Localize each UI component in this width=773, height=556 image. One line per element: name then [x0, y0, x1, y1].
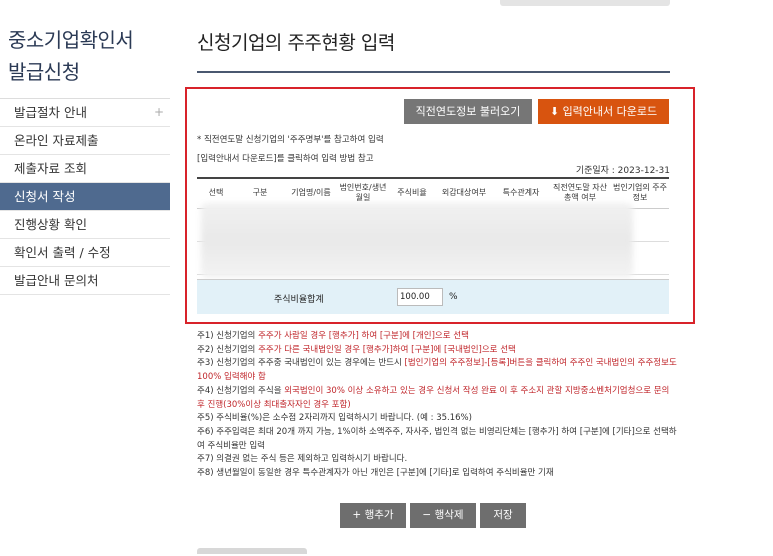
load-previous-year-button[interactable]: 직전연도정보 불러오기 — [404, 99, 532, 124]
sidebar-item-print[interactable]: 확인서 출력 / 수정 — [0, 239, 170, 267]
sidebar-item-label: 진행상황 확인 — [14, 217, 87, 232]
sidebar-item-label: 제출자료 조회 — [14, 161, 87, 176]
sidebar-title: 중소기업확인서 발급신청 — [8, 24, 134, 88]
sidebar-item-application[interactable]: 신청서 작성 — [0, 183, 170, 211]
delete-row-button[interactable]: − 행삭제 — [410, 503, 476, 528]
redacted-rows — [201, 203, 633, 278]
sidebar-item-online-submit[interactable]: 온라인 자료제출 — [0, 127, 170, 155]
footnote-5: 주5) 주식비율(%)은 소수점 2자리까지 입력하시기 바랍니다. (예 : … — [197, 413, 472, 424]
footnote-7: 주7) 의결권 없는 주식 등은 제외하고 입력하시기 바랍니다. — [197, 454, 408, 465]
sidebar-item-guide[interactable]: 발급절차 안내 + — [0, 99, 170, 127]
sidebar-title-line1: 중소기업확인서 — [8, 28, 134, 52]
sidebar-title-line2: 발급신청 — [8, 60, 80, 84]
base-date: 기준일자 : 2023-12-31 — [575, 166, 670, 176]
bottom-strip — [197, 548, 307, 554]
sidebar-item-label: 온라인 자료제출 — [14, 133, 99, 148]
share-sum-field: 100.00 — [397, 288, 443, 306]
plus-icon[interactable]: + — [154, 99, 164, 126]
sidebar-item-label: 발급안내 문의처 — [14, 273, 99, 288]
footnote-6: 주6) 주주입력은 최대 20개 까지 가능, 1%이하 소액주주, 자사주, … — [197, 426, 677, 451]
footnotes: 주1) 신청기업의 주주가 사람일 경우 [행추가] 하여 [구분]에 [개인]… — [197, 330, 677, 481]
share-sum-label: 주식비율합계 — [274, 295, 324, 305]
title-divider — [197, 71, 670, 73]
share-sum-unit: % — [449, 292, 458, 302]
add-row-button[interactable]: + 행추가 — [340, 503, 406, 528]
download-guide-button[interactable]: ⬇ 입력안내서 다운로드 — [538, 99, 669, 124]
page-title: 신청기업의 주주현황 입력 — [197, 32, 395, 54]
guide-note-2: [입력안내서 다운로드]를 클릭하여 입력 방법 참고 — [197, 154, 374, 164]
minus-icon: − — [422, 509, 432, 521]
sidebar-item-label: 신청서 작성 — [14, 189, 76, 204]
guide-note-1: * 직전연도말 신청기업의 '주주명부'를 참고하여 입력 — [197, 135, 384, 145]
sidebar-item-submitted-lookup[interactable]: 제출자료 조회 — [0, 155, 170, 183]
download-icon: ⬇ — [549, 105, 560, 118]
sidebar-item-contact[interactable]: 발급안내 문의처 — [0, 267, 170, 295]
save-button[interactable]: 저장 — [480, 503, 526, 528]
footnote-3: 주3) 신청기업의 주주중 국내법인이 있는 경우에는 반드시 [법인기업의 주… — [197, 358, 677, 383]
sidebar-item-progress[interactable]: 진행상황 확인 — [0, 211, 170, 239]
footnote-1: 주1) 신청기업의 주주가 사람일 경우 [행추가] 하여 [구분]에 [개인]… — [197, 331, 469, 341]
sidebar-item-label: 발급절차 안내 — [14, 105, 87, 120]
footnote-2: 주2) 신청기업의 주주가 다른 국내법인일 경우 [행추가]하여 [구분]에 … — [197, 344, 516, 355]
sidebar-menu: 발급절차 안내 + 온라인 자료제출 제출자료 조회 신청서 작성 진행상황 확… — [0, 98, 170, 295]
top-strip — [500, 0, 670, 6]
plus-icon: + — [352, 509, 362, 521]
sidebar: 중소기업확인서 발급신청 발급절차 안내 + 온라인 자료제출 제출자료 조회 … — [0, 0, 170, 556]
footnote-8: 주8) 생년월일이 동일한 경우 특수관계자가 아닌 개인은 [구분]에 [기타… — [197, 468, 554, 479]
download-guide-label: 입력안내서 다운로드 — [562, 105, 658, 118]
sidebar-item-label: 확인서 출력 / 수정 — [14, 245, 111, 260]
share-sum-row: 주식비율합계 100.00 % — [197, 279, 669, 314]
footnote-4: 주4) 신청기업의 주식을 외국법인이 30% 이상 소유하고 있는 경우 신청… — [197, 385, 670, 410]
